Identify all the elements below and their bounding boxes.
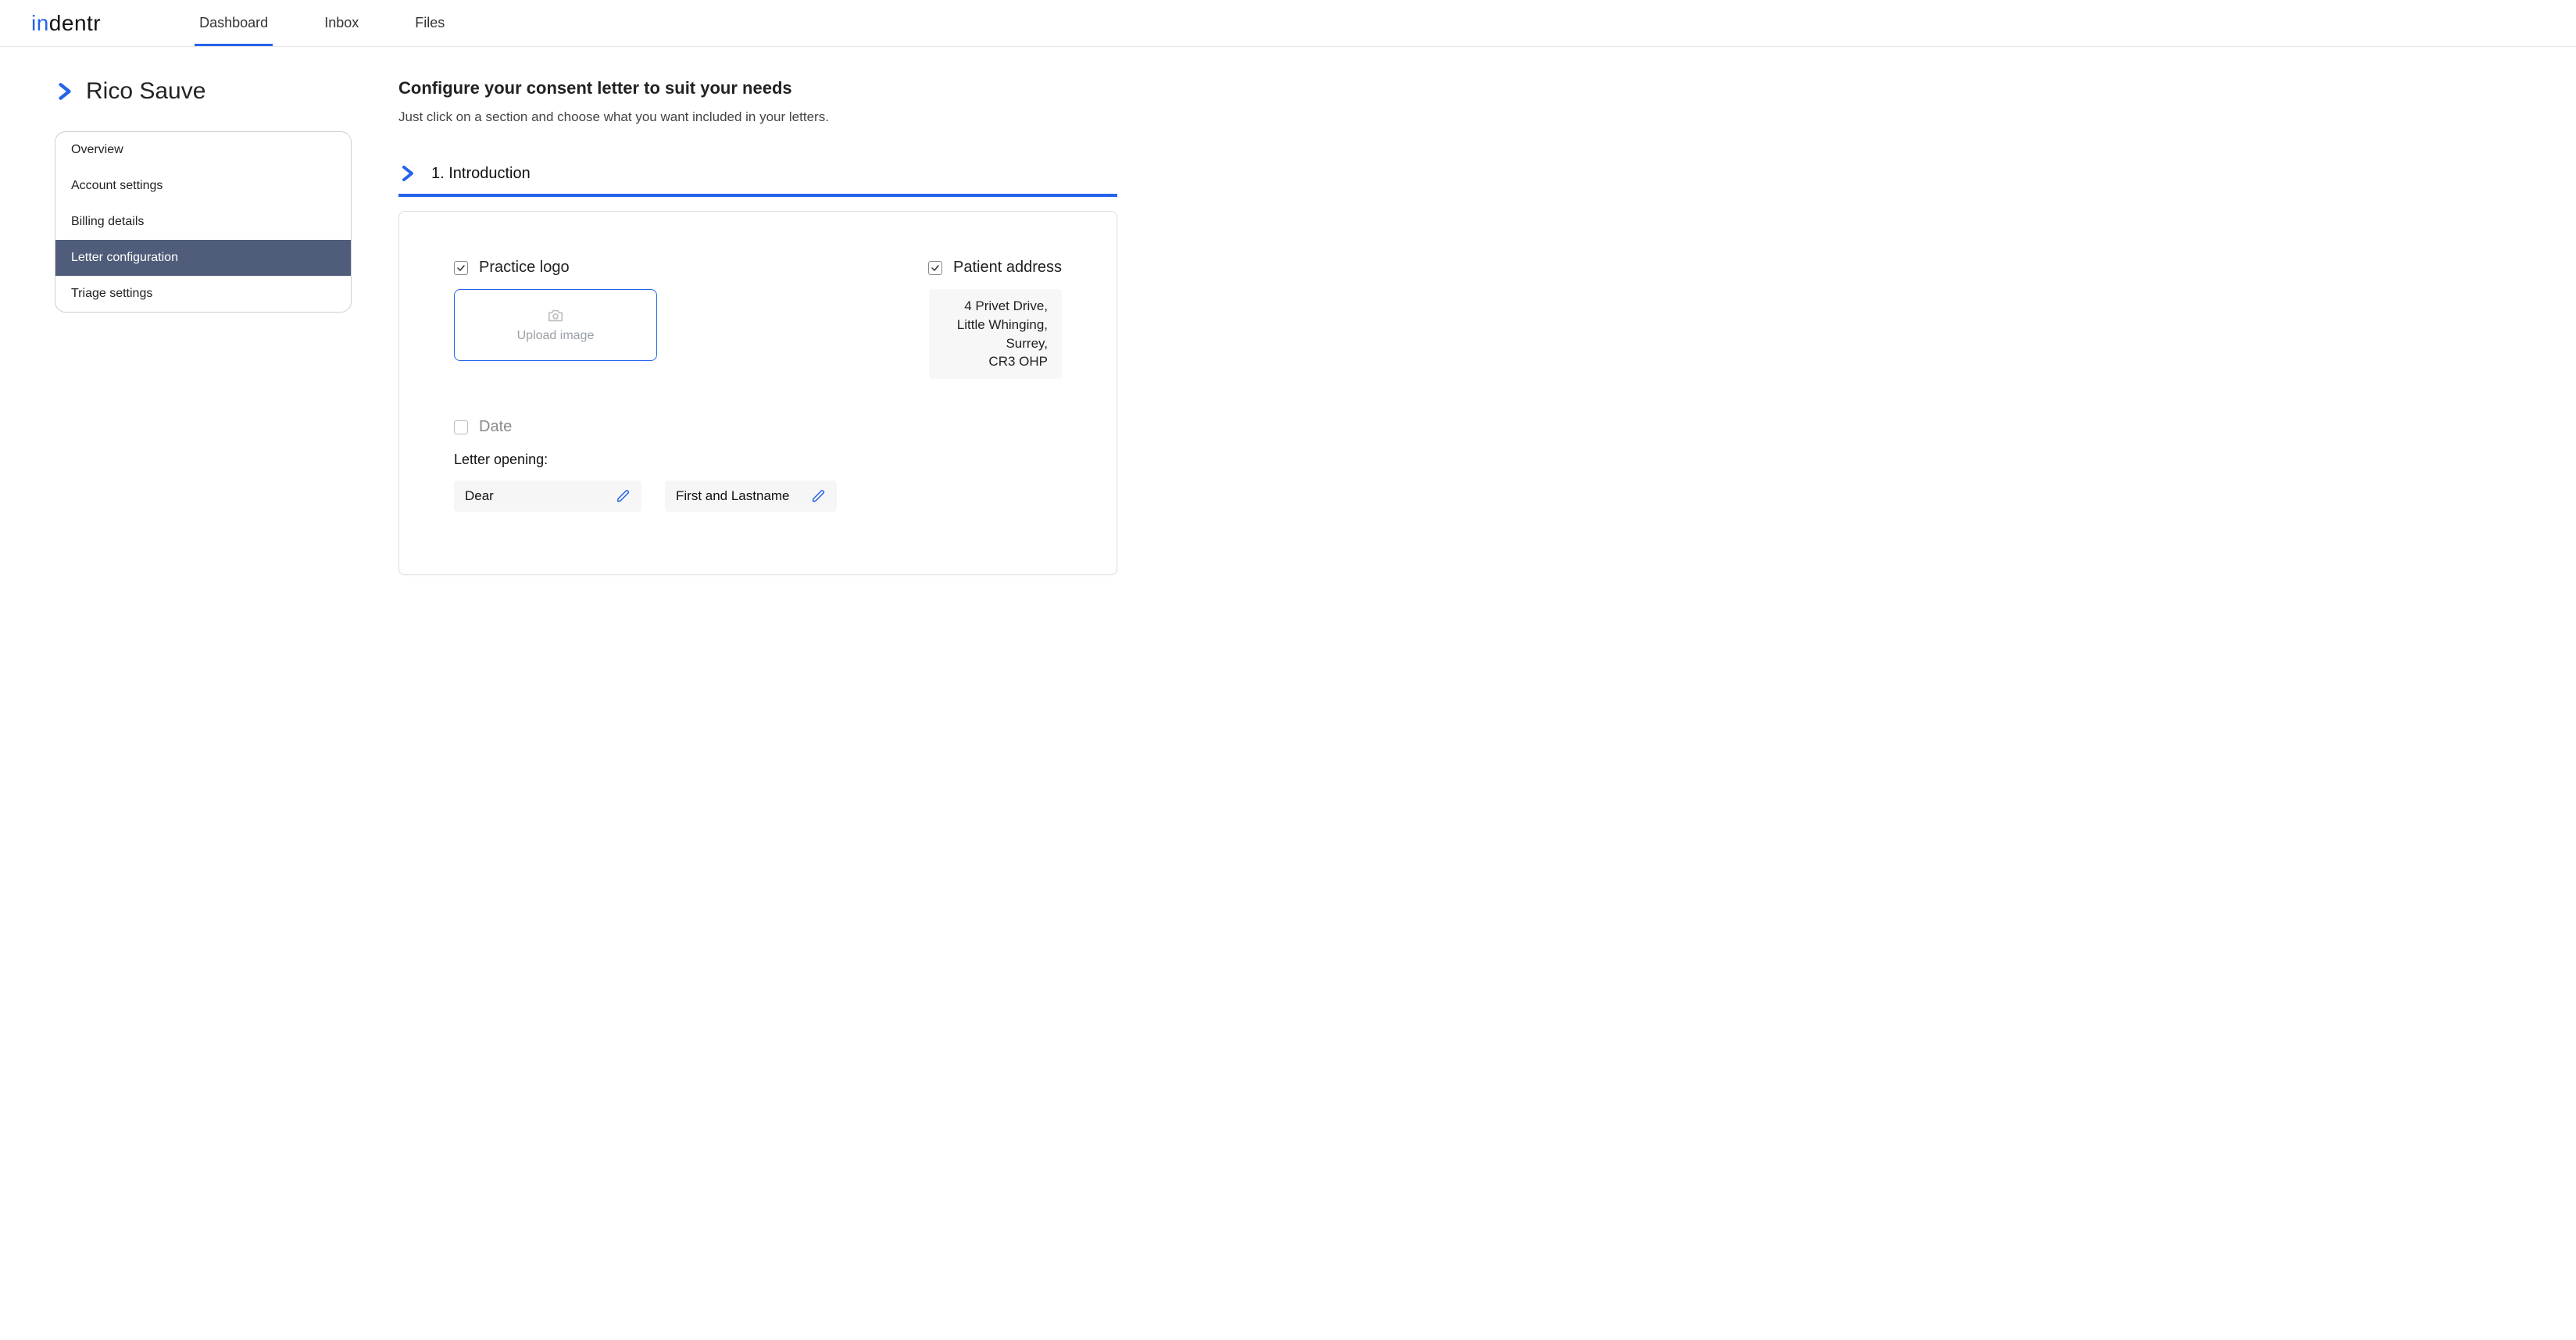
sidebar-item-billing-details[interactable]: Billing details [55,204,351,240]
date-header: Date [454,418,1062,436]
patient-address-checkbox[interactable] [928,261,942,275]
tab-label: Dashboard [199,15,268,30]
patient-address-block: Patient address 4 Privet Drive, Little W… [928,259,1062,379]
brand-logo: indentr [31,11,101,36]
page-body: Rico Sauve Overview Account settings Bil… [0,47,2576,606]
sidebar-item-label: Triage settings [71,287,152,300]
tab-label: Files [415,15,445,30]
salutation-value: Dear [465,488,494,504]
practice-logo-label: Practice logo [479,259,570,277]
address-line: Little Whinging, [943,316,1048,334]
upload-image-button[interactable]: Upload image [454,289,657,361]
tab-label: Inbox [324,15,359,30]
sidebar-item-triage-settings[interactable]: Triage settings [55,276,351,312]
nav-tabs: Dashboard Inbox Files [195,1,449,46]
brand-suffix: dentr [49,11,101,35]
top-bar: indentr Dashboard Inbox Files [0,0,2576,47]
name-format-value: First and Lastname [676,488,790,504]
pencil-icon [616,489,631,503]
salutation-chip[interactable]: Dear [454,481,641,512]
tab-inbox[interactable]: Inbox [320,1,363,46]
address-line: CR3 OHP [943,352,1048,371]
camera-icon [547,307,564,324]
patient-address-label: Patient address [953,259,1062,277]
sidebar-item-label: Letter configuration [71,251,178,264]
pencil-icon [812,489,826,503]
user-header: Rico Sauve [55,78,352,105]
section-header-introduction[interactable]: 1. Introduction [398,164,1117,197]
sidebar-item-account-settings[interactable]: Account settings [55,168,351,204]
letter-opening-label: Letter opening: [454,452,1062,468]
sidebar-item-label: Account settings [71,179,163,192]
upload-image-label: Upload image [517,329,595,343]
date-label: Date [479,418,512,436]
sidebar-item-label: Overview [71,143,123,156]
address-line: 4 Privet Drive, [943,297,1048,316]
patient-address-preview: 4 Privet Drive, Little Whinging, Surrey,… [929,289,1062,379]
brand-prefix: in [31,11,49,35]
patient-address-header: Patient address [928,259,1062,277]
chevron-right-icon [398,164,417,183]
user-name: Rico Sauve [86,78,205,105]
main-content: Configure your consent letter to suit yo… [398,78,1117,575]
sidebar-item-letter-configuration[interactable]: Letter configuration [55,240,351,276]
section-card: Practice logo Upload image [398,211,1117,575]
sidebar-item-label: Billing details [71,215,144,228]
sidebar: Rico Sauve Overview Account settings Bil… [55,78,352,313]
sidebar-item-overview[interactable]: Overview [55,132,351,168]
tab-dashboard[interactable]: Dashboard [195,1,273,46]
tab-files[interactable]: Files [410,1,449,46]
practice-logo-checkbox[interactable] [454,261,468,275]
intro-top-row: Practice logo Upload image [454,259,1062,379]
practice-logo-block: Practice logo Upload image [454,259,657,361]
page-subtitle: Just click on a section and choose what … [398,109,1117,125]
date-checkbox[interactable] [454,420,468,434]
page-title: Configure your consent letter to suit yo… [398,78,1117,98]
address-line: Surrey, [943,334,1048,353]
chevron-right-icon [55,81,75,102]
sidebar-menu: Overview Account settings Billing detail… [55,131,352,313]
section-title: 1. Introduction [431,165,531,183]
letter-opening-row: Dear First and Lastname [454,481,1062,512]
name-format-chip[interactable]: First and Lastname [665,481,837,512]
practice-logo-header: Practice logo [454,259,657,277]
